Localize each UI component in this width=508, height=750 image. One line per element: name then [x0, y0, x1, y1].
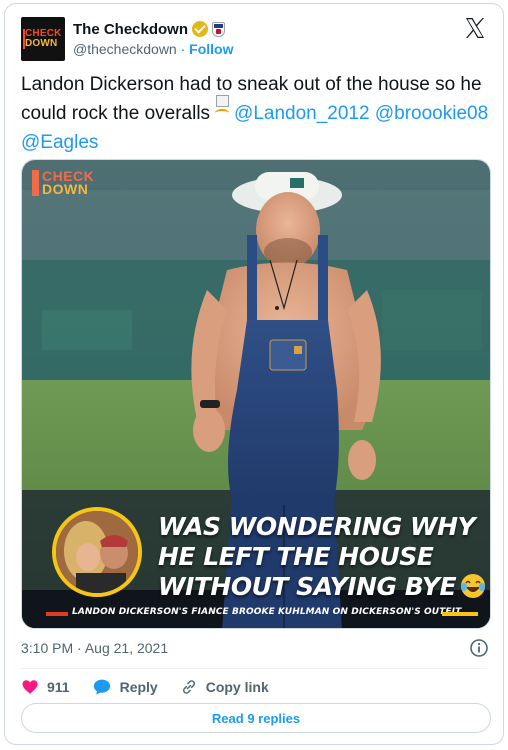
caption-line-3: WITHOUT SAYING BYE: [158, 572, 457, 601]
subline-bar-left: [46, 612, 68, 616]
verified-badge-icon: [192, 21, 209, 37]
handle-separator: ·: [180, 41, 186, 57]
mention-landon[interactable]: @Landon_2012: [234, 103, 370, 124]
like-button[interactable]: 911: [21, 678, 70, 696]
tweet-timestamp[interactable]: 3:10 PM · Aug 21, 2021: [21, 640, 168, 656]
name-row: The Checkdown: [73, 19, 226, 39]
reply-bubble-icon: [93, 679, 110, 695]
read-replies-button[interactable]: Read 9 replies: [21, 703, 491, 733]
handle-row: @thecheckdown · Follow: [73, 41, 234, 57]
affiliation-badge-icon[interactable]: [212, 21, 226, 37]
tweet-time: 3:10 PM: [21, 640, 74, 656]
timestamp-separator: ·: [77, 640, 82, 656]
avatar[interactable]: CHECK DOWN: [21, 17, 65, 61]
handle[interactable]: @thecheckdown: [73, 41, 177, 57]
mention-brookie[interactable]: @broookie08: [375, 103, 488, 124]
copy-link-label: Copy link: [205, 679, 269, 695]
mention-eagles[interactable]: @Eagles: [21, 132, 98, 153]
action-bar: 911 Reply Copy link: [21, 676, 291, 698]
caption-line-2: HE LEFT THE HOUSE: [158, 542, 434, 571]
reply-button[interactable]: Reply: [92, 678, 158, 696]
tweet-card: CHECK DOWN The Checkdown @thecheckdown ·…: [4, 3, 504, 745]
heart-icon: [22, 680, 38, 694]
watermark: CHECK DOWN: [32, 168, 112, 200]
avatar-text-bottom: DOWN: [25, 38, 58, 49]
like-count: 911: [47, 679, 70, 695]
info-icon[interactable]: [469, 638, 489, 658]
tweet-text: Landon Dickerson had to sneak out of the…: [21, 70, 491, 157]
caption-line-3-row: WITHOUT SAYING BYE: [158, 572, 488, 602]
inset-portrait: [52, 507, 142, 597]
subline-bar-right: [442, 612, 478, 616]
tweet-header: CHECK DOWN The Checkdown @thecheckdown ·…: [21, 16, 491, 61]
x-logo-icon[interactable]: [463, 16, 487, 40]
image-caption: WAS WONDERING WHY HE LEFT THE HOUSE WITH…: [158, 512, 488, 602]
tweet-media[interactable]: CHECK DOWN WAS WONDERING WHY HE LEFT THE…: [21, 159, 491, 629]
divider: [21, 668, 487, 669]
caption-line-1: WAS WONDERING WHY: [158, 512, 476, 541]
tweet-date: Aug 21, 2021: [84, 640, 169, 656]
read-replies-label: Read 9 replies: [211, 710, 301, 726]
laughing-tears-emoji-icon: [461, 574, 486, 598]
link-icon: [182, 680, 195, 694]
watermark-bottom: DOWN: [42, 181, 89, 197]
follow-link[interactable]: Follow: [189, 41, 233, 57]
reply-label: Reply: [119, 679, 158, 695]
copy-link-button[interactable]: Copy link: [180, 678, 269, 696]
broken-emoji-icon: [214, 95, 230, 121]
watermark-bar: [32, 170, 39, 196]
image-subline: LANDON DICKERSON'S FIANCE BROOKE KUHLMAN…: [72, 607, 462, 617]
display-name[interactable]: The Checkdown: [73, 21, 188, 38]
